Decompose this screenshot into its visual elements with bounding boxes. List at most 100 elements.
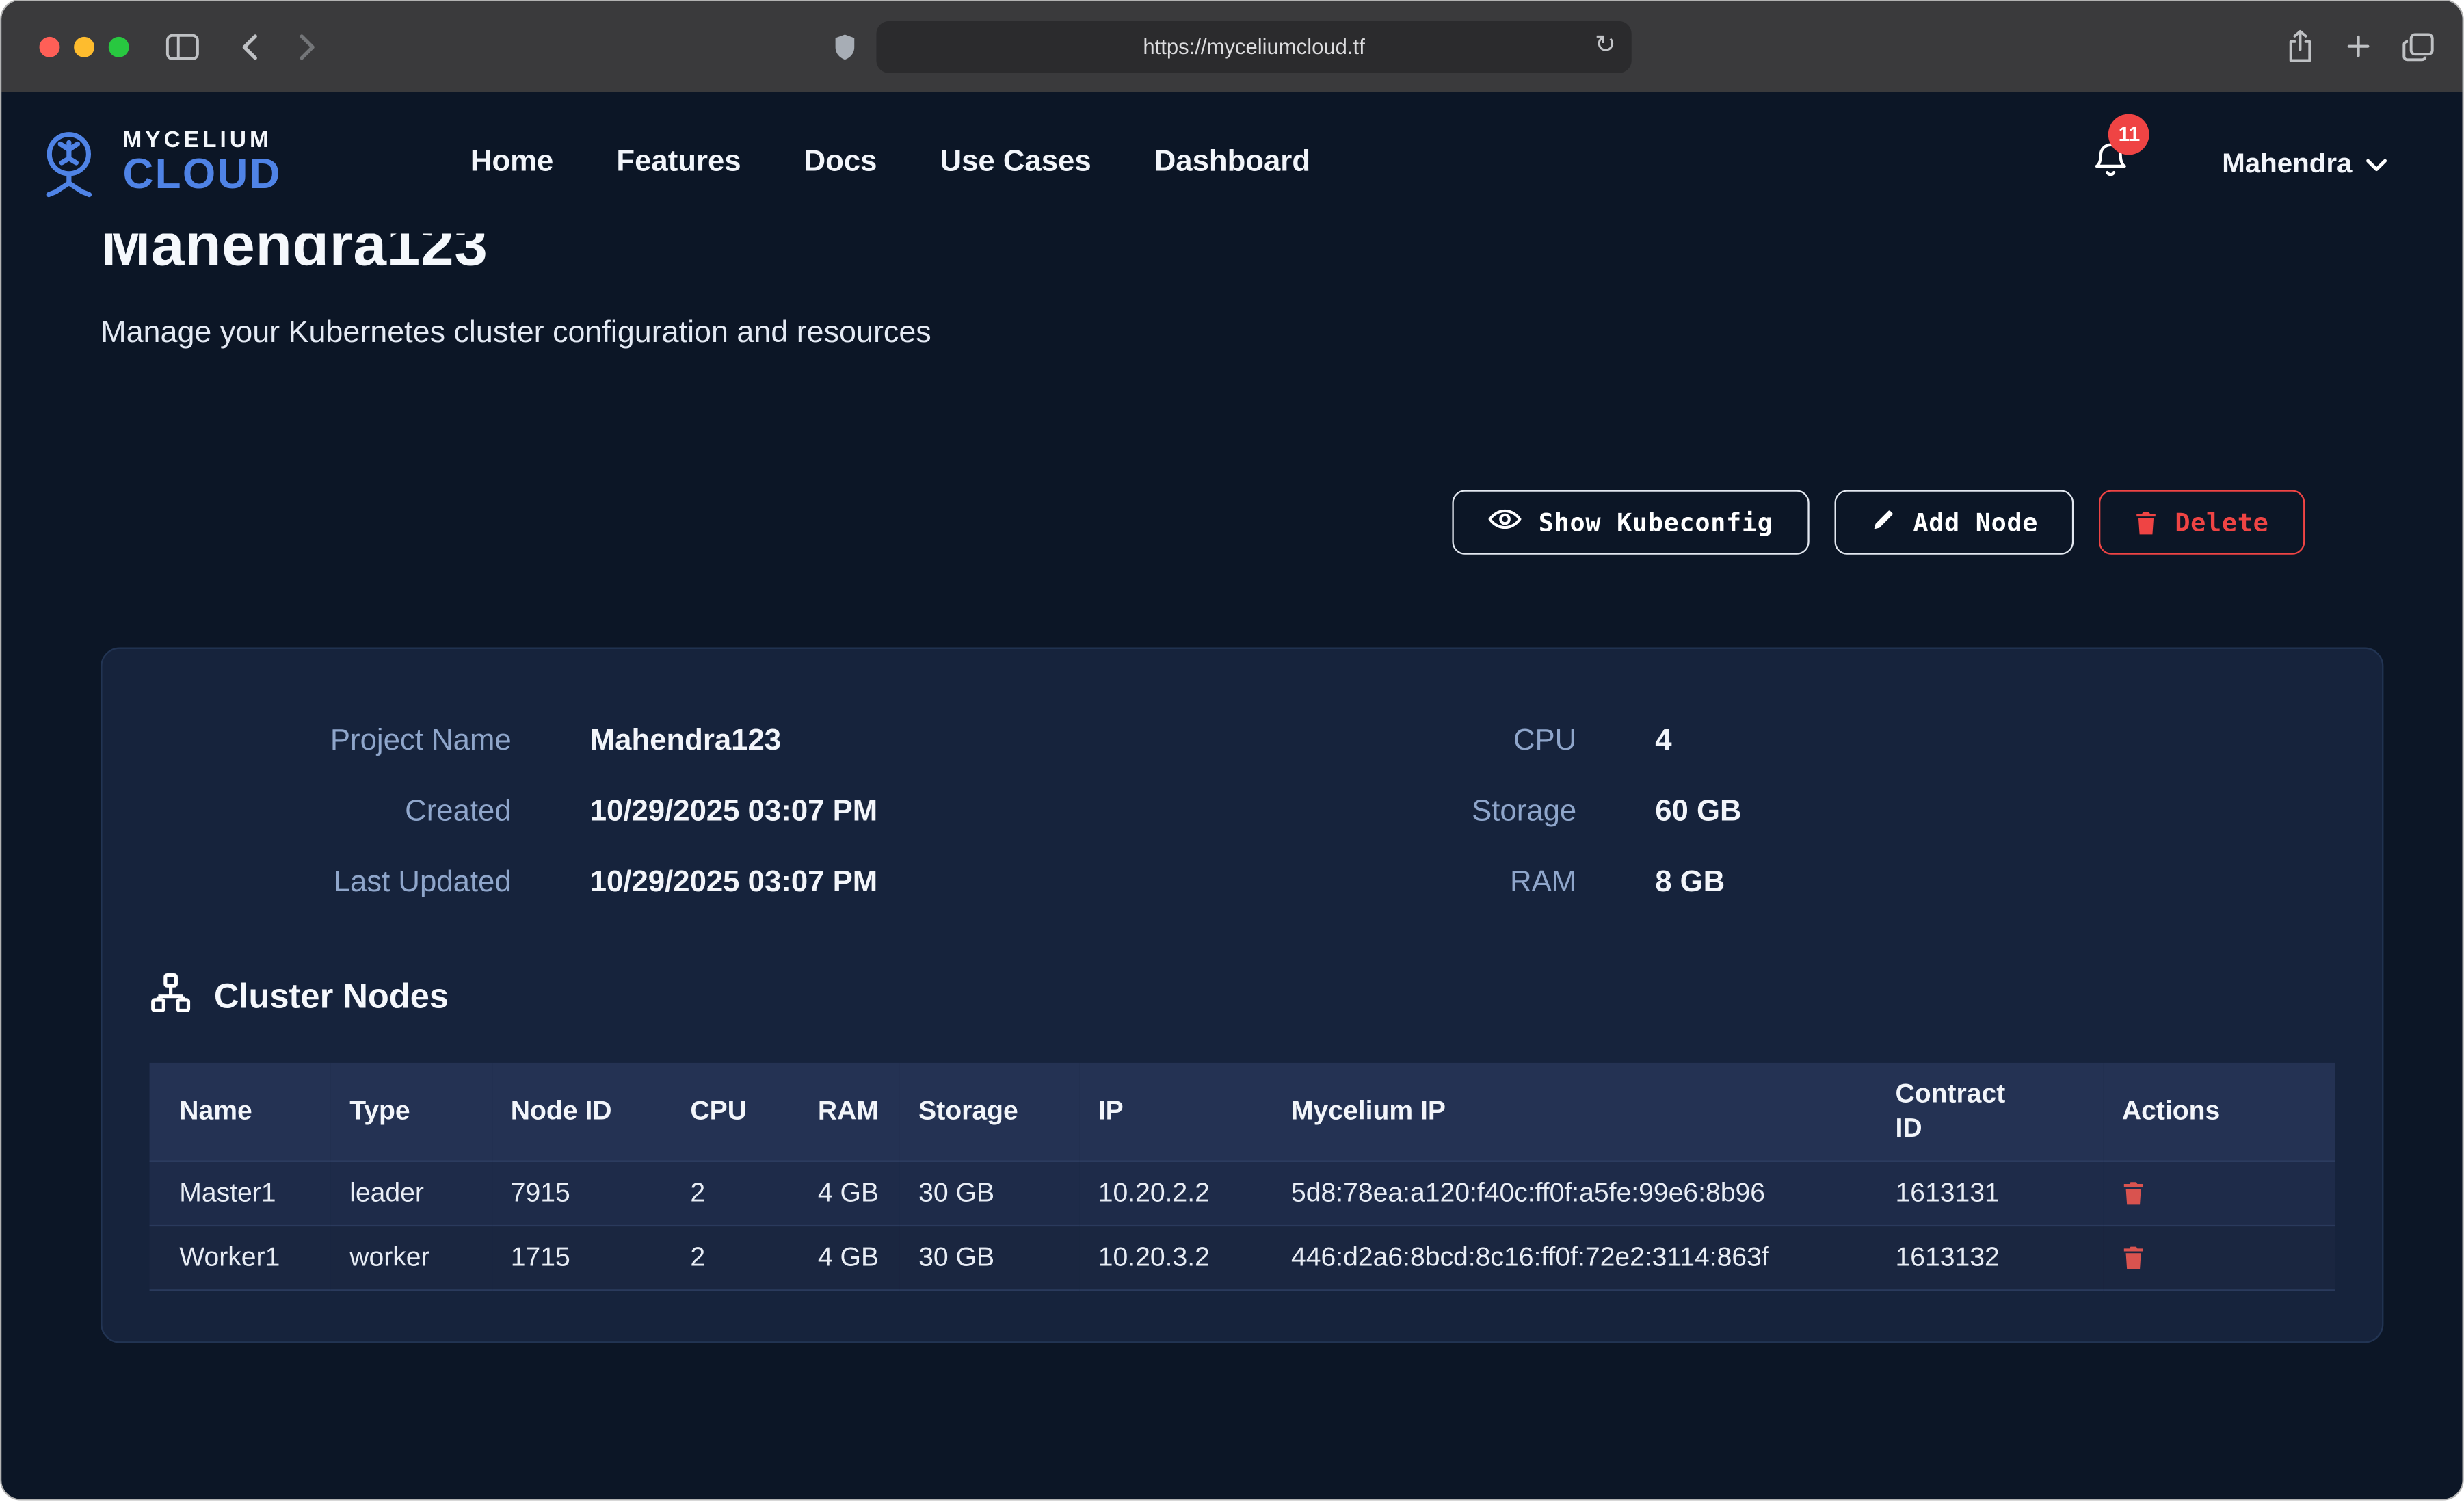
eye-icon: [1488, 505, 1521, 538]
last-updated-label: Last Updated: [150, 865, 512, 900]
cell-contract-id: 1613132: [1877, 1226, 2103, 1290]
page-subtitle: Manage your Kubernetes cluster configura…: [101, 315, 2383, 352]
col-storage: Storage: [900, 1063, 1080, 1161]
storage-value: 60 GB: [1655, 795, 2335, 830]
detail-row-project-name: Project Name Mahendra123: [150, 706, 1215, 777]
new-tab-icon[interactable]: [2346, 34, 2371, 59]
show-kubeconfig-label: Show Kubeconfig: [1539, 508, 1773, 538]
cell-contract-id: 1613131: [1877, 1161, 2103, 1226]
nav-item-docs[interactable]: Docs: [804, 146, 877, 181]
storage-label: Storage: [1215, 795, 1576, 830]
detail-row-created: Created 10/29/2025 03:07 PM: [150, 776, 1215, 847]
col-name: Name: [150, 1063, 331, 1161]
cell-actions: [2103, 1226, 2335, 1290]
brand-logo[interactable]: MYCELIUM CLOUD: [25, 127, 282, 199]
cell-storage: 30 GB: [900, 1226, 1080, 1290]
user-menu[interactable]: Mahendra: [2222, 146, 2387, 179]
delete-node-button[interactable]: [2122, 1181, 2144, 1206]
col-mycelium-ip: Mycelium IP: [1272, 1063, 1877, 1161]
detail-row-storage: Storage 60 GB: [1215, 776, 2335, 847]
details-left-column: Project Name Mahendra123 Created 10/29/2…: [150, 706, 1215, 919]
browser-chrome: https://myceliumcloud.tf ↻: [1, 1, 2462, 92]
cell-actions: [2103, 1161, 2335, 1226]
nav-item-features[interactable]: Features: [616, 146, 741, 181]
col-ip: IP: [1079, 1063, 1272, 1161]
cell-storage: 30 GB: [900, 1161, 1080, 1226]
col-type: Type: [331, 1063, 492, 1161]
show-kubeconfig-button[interactable]: Show Kubeconfig: [1452, 490, 1809, 554]
delete-cluster-button[interactable]: Delete: [2099, 490, 2305, 554]
address-bar[interactable]: https://myceliumcloud.tf ↻: [876, 21, 1631, 73]
address-area: https://myceliumcloud.tf ↻: [1, 1, 2462, 92]
table-header-row: Name Type Node ID CPU RAM Storage IP Myc…: [150, 1063, 2335, 1161]
col-contract-id: Contract ID: [1877, 1063, 2103, 1161]
add-node-button[interactable]: Add Node: [1834, 490, 2074, 554]
tab-overview-icon[interactable]: [2402, 31, 2434, 62]
col-actions: Actions: [2103, 1063, 2335, 1161]
reload-icon[interactable]: ↻: [1595, 34, 1616, 59]
mycelium-cloud-page: MYCELIUM CLOUD Home Features Docs Use Ca…: [1, 92, 2462, 1499]
cell-node-id: 1715: [492, 1226, 672, 1290]
cell-ram: 4 GB: [799, 1226, 899, 1290]
cluster-details-card: Project Name Mahendra123 Created 10/29/2…: [101, 648, 2383, 1343]
cluster-nodes-table: Name Type Node ID CPU RAM Storage IP Myc…: [150, 1063, 2335, 1291]
cell-name: Worker1: [150, 1226, 331, 1290]
trash-icon: [2136, 510, 2158, 535]
nav-links: Home Features Docs Use Cases Dashboard: [471, 146, 1310, 181]
mycelium-logo-icon: [25, 127, 107, 199]
nav-item-use-cases[interactable]: Use Cases: [940, 146, 1091, 181]
created-value: 10/29/2025 03:07 PM: [590, 795, 1215, 830]
project-name-value: Mahendra123: [590, 724, 1215, 759]
cluster-actions: Show Kubeconfig Add Node Delete: [101, 490, 2383, 554]
delete-node-button[interactable]: [2122, 1246, 2144, 1271]
cell-cpu: 2: [672, 1161, 799, 1226]
detail-row-ram: RAM 8 GB: [1215, 847, 2335, 919]
main-content: Mahendra123 Manage your Kubernetes clust…: [1, 209, 2462, 1343]
top-navigation: MYCELIUM CLOUD Home Features Docs Use Ca…: [1, 92, 2462, 233]
last-updated-value: 10/29/2025 03:07 PM: [590, 865, 1215, 900]
cell-type: worker: [331, 1226, 492, 1290]
nav-item-dashboard[interactable]: Dashboard: [1154, 146, 1310, 181]
chrome-right-buttons: [2286, 1, 2434, 92]
chevron-down-icon: [2366, 146, 2387, 179]
notification-badge: 11: [2109, 113, 2150, 154]
nav-item-home[interactable]: Home: [471, 146, 553, 181]
cell-mycelium-ip: 5d8:78ea:a120:f40c:ff0f:a5fe:99e6:8b96: [1272, 1161, 1877, 1226]
cpu-value: 4: [1655, 724, 2335, 759]
brand-text: MYCELIUM CLOUD: [122, 129, 281, 196]
project-name-label: Project Name: [150, 724, 512, 759]
cell-ram: 4 GB: [799, 1161, 899, 1226]
col-node-id: Node ID: [492, 1063, 672, 1161]
detail-row-cpu: CPU 4: [1215, 706, 2335, 777]
delete-label: Delete: [2175, 508, 2268, 538]
cell-node-id: 7915: [492, 1161, 672, 1226]
url-text: https://myceliumcloud.tf: [1143, 34, 1365, 58]
privacy-shield-icon[interactable]: [832, 31, 858, 62]
col-cpu: CPU: [672, 1063, 799, 1161]
cell-mycelium-ip: 446:d2a6:8bcd:8c16:ff0f:72e2:3114:863f: [1272, 1226, 1877, 1290]
cell-name: Master1: [150, 1161, 331, 1226]
details-right-column: CPU 4 Storage 60 GB RAM 8 GB: [1215, 706, 2335, 919]
cluster-nodes-title: Cluster Nodes: [214, 976, 449, 1017]
cell-cpu: 2: [672, 1226, 799, 1290]
share-icon[interactable]: [2286, 29, 2314, 64]
ram-value: 8 GB: [1655, 865, 2335, 900]
table-row-master1: Master1 leader 7915 2 4 GB 30 GB 10.20.2…: [150, 1161, 2335, 1226]
created-label: Created: [150, 795, 512, 830]
ram-label: RAM: [1215, 865, 1576, 900]
stage: https://myceliumcloud.tf ↻: [0, 1, 2464, 1502]
brand-line1: MYCELIUM: [122, 129, 281, 152]
cell-ip: 10.20.3.2: [1079, 1226, 1272, 1290]
nav-right: 11 Mahendra: [2091, 138, 2387, 187]
cell-type: leader: [331, 1161, 492, 1226]
pencil-icon: [1870, 507, 1896, 538]
detail-row-last-updated: Last Updated 10/29/2025 03:07 PM: [150, 847, 1215, 919]
cluster-nodes-heading: Cluster Nodes: [150, 971, 2335, 1022]
col-ram: RAM: [799, 1063, 899, 1161]
brand-line2: CLOUD: [122, 154, 281, 196]
notifications-button[interactable]: 11: [2091, 138, 2131, 187]
add-node-label: Add Node: [1913, 508, 2038, 538]
cluster-nodes-icon: [150, 971, 192, 1022]
user-name: Mahendra: [2222, 146, 2352, 179]
table-row-worker1: Worker1 worker 1715 2 4 GB 30 GB 10.20.3…: [150, 1226, 2335, 1290]
